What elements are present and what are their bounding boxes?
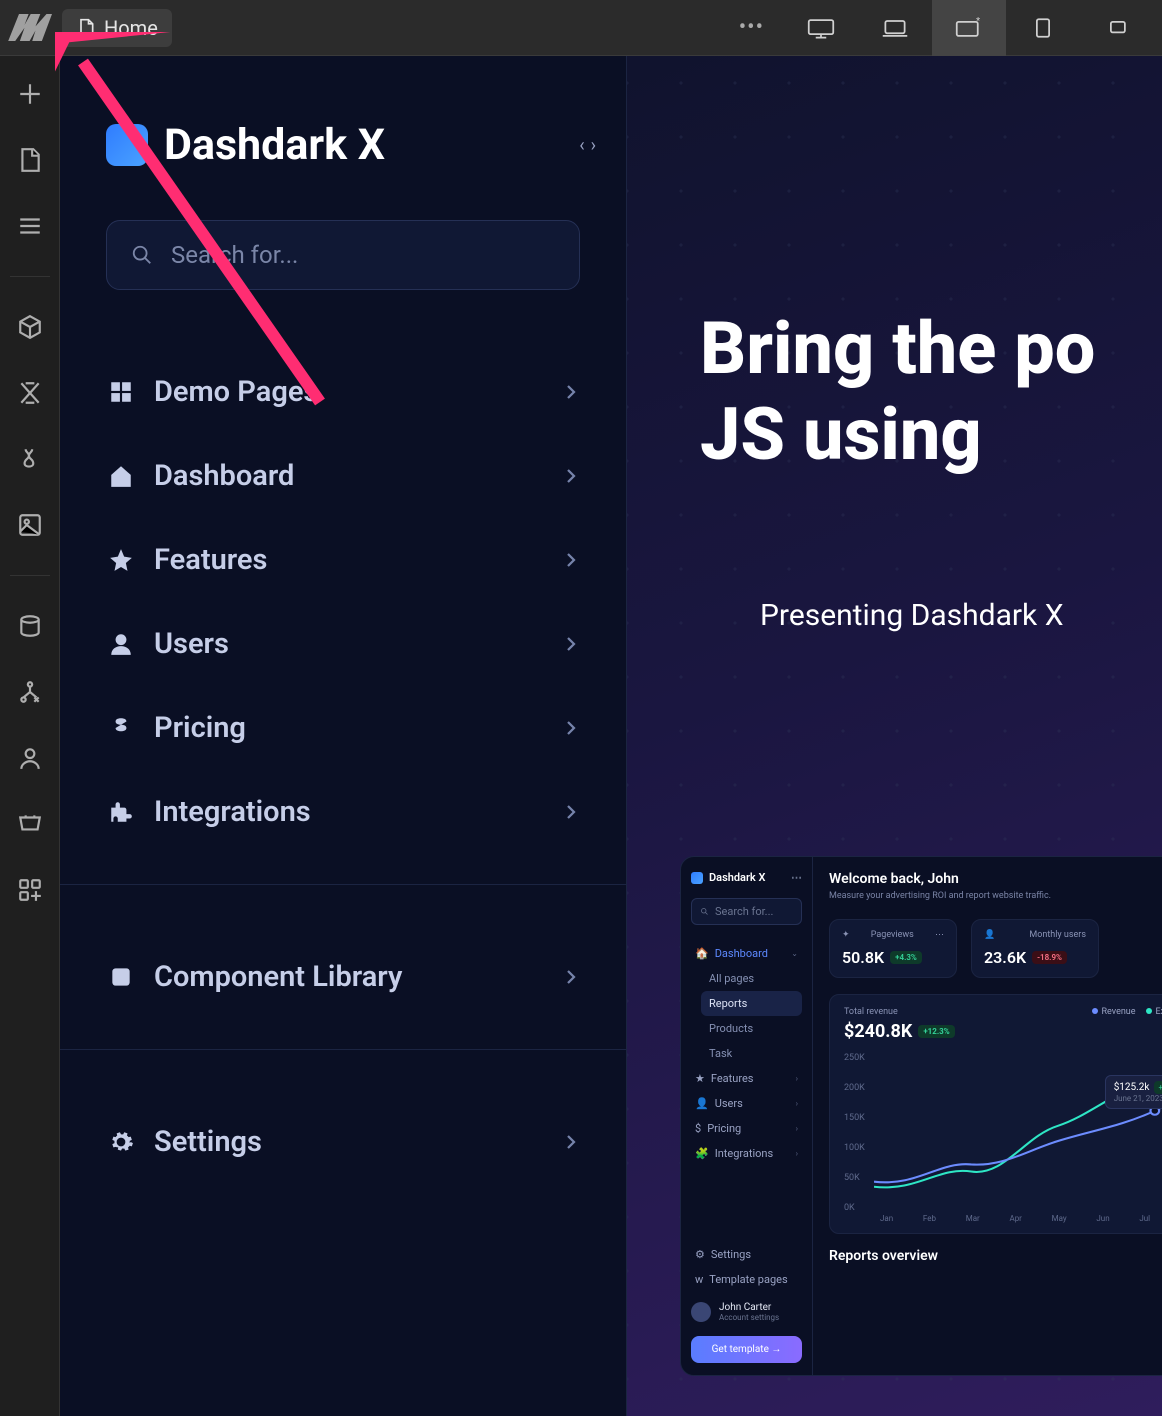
breakpoint-tablet-portrait[interactable]	[1006, 0, 1080, 56]
nav-label: Features	[154, 543, 267, 577]
navigator-tool[interactable]	[10, 206, 50, 246]
sidebar-item-pricing[interactable]: Pricing	[60, 686, 626, 770]
brand-title: Dashdark X	[164, 120, 563, 170]
chart-tooltip: $125.2k +8.6% June 21, 2023	[1105, 1075, 1162, 1109]
breakpoint-laptop[interactable]	[858, 0, 932, 56]
components-tool[interactable]	[10, 307, 50, 347]
chevron-right-icon	[562, 1125, 580, 1159]
sidebar-item-features[interactable]: Features	[60, 518, 626, 602]
variables-tool[interactable]	[10, 373, 50, 413]
avatar-icon	[691, 1302, 711, 1322]
preview-nav-pricing: $ Pricing›	[691, 1116, 802, 1141]
svg-text:*: *	[976, 16, 980, 27]
template-sidebar: Dashdark X ‹ › Search for... Demo Pages …	[60, 56, 627, 1416]
preview-logo-icon	[691, 872, 703, 884]
sidebar-item-dashboard[interactable]: Dashboard	[60, 434, 626, 518]
breakpoint-tablet-landscape[interactable]: *	[932, 0, 1006, 56]
preview-nav-integrations: 🧩 Integrations›	[691, 1141, 802, 1166]
preview-search: Search for...	[691, 898, 802, 925]
breakpoint-mobile[interactable]	[1080, 0, 1154, 56]
hero-subtitle: Presenting Dashdark X	[760, 598, 1064, 633]
user-icon	[106, 629, 136, 659]
gear-icon	[106, 1127, 136, 1157]
chevron-right-icon	[562, 795, 580, 829]
preview-user: John Carter Account settings	[691, 1302, 802, 1322]
preview-reports-title: Reports overview	[829, 1248, 1162, 1264]
nav-label: Settings	[154, 1125, 262, 1159]
chevron-right-icon	[562, 459, 580, 493]
chevron-right-icon	[562, 627, 580, 661]
sidebar-item-users[interactable]: Users	[60, 602, 626, 686]
sidebar-search[interactable]: Search for...	[106, 220, 580, 290]
search-placeholder: Search for...	[171, 241, 298, 269]
brand-next-icon[interactable]: ›	[591, 135, 596, 156]
brand-row: Dashdark X ‹ ›	[60, 56, 626, 170]
preview-nav-users: 👤 Users›	[691, 1091, 802, 1116]
hero-heading: Bring the poJS using	[700, 306, 1095, 479]
sidebar-nav: Demo Pages Dashboard Features Users Pric	[60, 350, 626, 854]
search-icon	[700, 907, 709, 916]
preview-menu-icon: ⋯	[791, 871, 802, 884]
preview-sidebar: Dashdark X ⋯ Search for... 🏠 Dashboard⌄ …	[681, 857, 813, 1375]
nav-label: Pricing	[154, 711, 246, 745]
nav-label: Demo Pages	[154, 375, 318, 409]
sidebar-item-demo-pages[interactable]: Demo Pages	[60, 350, 626, 434]
apps-tool[interactable]	[10, 870, 50, 910]
assets-tool[interactable]	[10, 505, 50, 545]
chevron-right-icon	[562, 711, 580, 745]
styles-tool[interactable]	[10, 439, 50, 479]
dollar-icon	[106, 713, 136, 743]
preview-card-monthly-users: 👤 Monthly users 23.6K-18.9%	[971, 919, 1099, 978]
logic-tool[interactable]	[10, 672, 50, 712]
sidebar-item-settings[interactable]: Settings	[60, 1100, 626, 1184]
nav-label: Component Library	[154, 960, 402, 994]
preview-nav-dashboard: 🏠 Dashboard⌄	[691, 941, 802, 966]
current-page-name: Home	[104, 16, 158, 40]
home-icon	[106, 461, 136, 491]
cms-tool[interactable]	[10, 606, 50, 646]
users-tool[interactable]	[10, 738, 50, 778]
brand-logo-icon	[106, 124, 148, 166]
page-icon	[76, 18, 96, 38]
chevron-right-icon	[562, 375, 580, 409]
topbar-more-icon[interactable]: •••	[739, 15, 764, 40]
add-element-tool[interactable]	[10, 74, 50, 114]
sidebar-item-component-library[interactable]: Component Library	[60, 935, 626, 1019]
webflow-logo[interactable]	[8, 6, 52, 50]
star-icon	[106, 545, 136, 575]
designer-topbar: Home ••• *	[0, 0, 1162, 56]
chevron-right-icon	[562, 960, 580, 994]
chevron-right-icon	[562, 543, 580, 577]
tool-rail	[0, 56, 60, 1416]
preview-card-pageviews: ✦ Pageviews⋯ 50.8K+4.3%	[829, 919, 957, 978]
ecommerce-tool[interactable]	[10, 804, 50, 844]
pages-tool[interactable]	[10, 140, 50, 180]
design-canvas[interactable]: Dashdark X ‹ › Search for... Demo Pages …	[60, 56, 1162, 1416]
search-icon	[131, 244, 153, 266]
layers-icon	[106, 962, 136, 992]
sidebar-item-integrations[interactable]: Integrations	[60, 770, 626, 854]
dashboard-preview: Dashdark X ⋯ Search for... 🏠 Dashboard⌄ …	[680, 856, 1162, 1376]
brand-prev-icon[interactable]: ‹	[579, 135, 584, 156]
grid-icon	[106, 377, 136, 407]
breakpoint-desktop[interactable]	[784, 0, 858, 56]
nav-label: Users	[154, 627, 229, 661]
preview-welcome: Welcome back, John Measure your advertis…	[829, 871, 1162, 901]
nav-label: Integrations	[154, 795, 311, 829]
puzzle-icon	[106, 797, 136, 827]
page-select-button[interactable]: Home	[62, 9, 172, 47]
breakpoint-group: *	[784, 0, 1154, 56]
preview-cta: Get template →	[691, 1336, 802, 1363]
preview-nav-features: ★ Features›	[691, 1066, 802, 1091]
nav-label: Dashboard	[154, 459, 294, 493]
preview-chart: Total revenue $240.8K+12.3% Revenue Expe…	[829, 994, 1162, 1234]
